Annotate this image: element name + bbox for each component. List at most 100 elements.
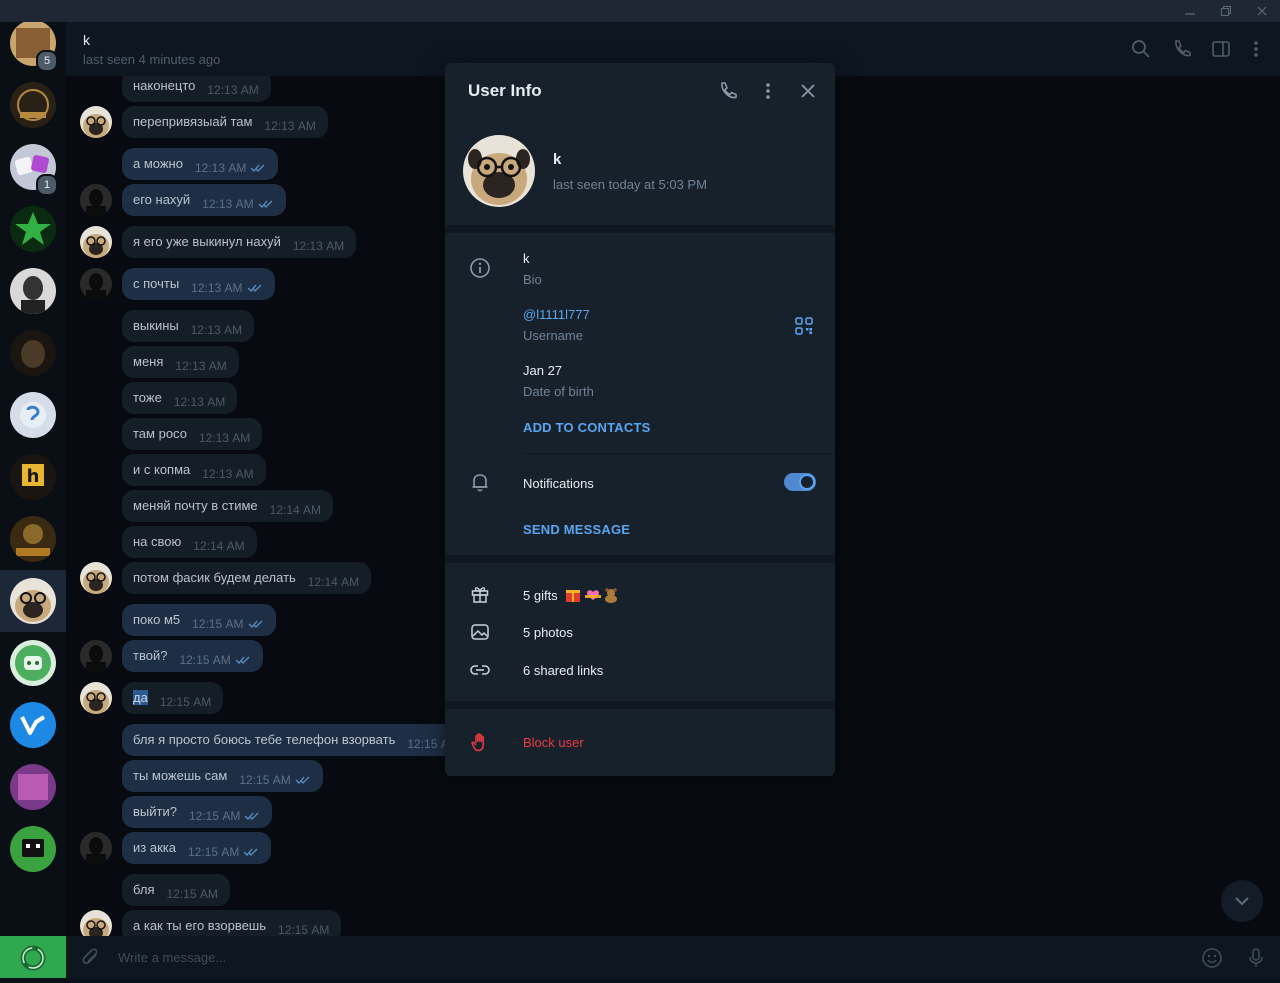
chat-list-item[interactable] bbox=[0, 632, 66, 694]
chat-list-item[interactable] bbox=[0, 198, 66, 260]
microphone-icon[interactable] bbox=[1245, 947, 1267, 969]
close-window-icon[interactable] bbox=[1244, 0, 1280, 22]
message-bubble[interactable]: бля я просто боюсь тебе телефон взорвать… bbox=[122, 724, 491, 756]
block-user-button[interactable]: Block user bbox=[523, 735, 584, 750]
message-bubble[interactable]: наконецто 12:13 AM bbox=[122, 76, 271, 102]
shared-links-row[interactable]: 6 shared links bbox=[523, 663, 603, 678]
username-value[interactable]: @l1111l777 bbox=[523, 307, 590, 322]
message-avatar[interactable] bbox=[80, 268, 112, 300]
chat-list-item[interactable] bbox=[0, 260, 66, 322]
chat-avatar bbox=[10, 330, 56, 376]
bio-value: k bbox=[523, 251, 530, 266]
read-checkmarks-icon bbox=[250, 153, 266, 185]
notifications-toggle[interactable] bbox=[784, 473, 816, 491]
send-message-button[interactable]: SEND MESSAGE bbox=[523, 522, 630, 537]
close-icon[interactable] bbox=[797, 80, 819, 102]
message-bubble[interactable]: меняй почту в стиме 12:14 AM bbox=[122, 490, 334, 522]
message-bubble[interactable]: выкины 12:13 AM bbox=[122, 310, 255, 342]
message-bubble[interactable]: на свою 12:14 AM bbox=[122, 526, 257, 558]
message-avatar[interactable] bbox=[80, 682, 112, 714]
emoji-icon[interactable] bbox=[1201, 947, 1223, 969]
message-avatar[interactable] bbox=[80, 106, 112, 138]
sidebar-toggle-icon[interactable] bbox=[1210, 38, 1232, 60]
chat-avatar bbox=[10, 268, 56, 314]
message-avatar[interactable] bbox=[80, 910, 112, 936]
chat-list-item[interactable] bbox=[0, 818, 66, 880]
message-bubble[interactable]: ты можешь сам 12:15 AM bbox=[122, 760, 323, 792]
section-divider bbox=[445, 701, 835, 709]
chat-avatar bbox=[10, 578, 56, 624]
message-bubble[interactable]: тоже 12:13 AM bbox=[122, 382, 238, 414]
message-text: я его уже выкинул нахуй bbox=[133, 234, 281, 249]
chat-list-item[interactable] bbox=[0, 322, 66, 384]
message-text: твой? bbox=[133, 648, 168, 663]
message-time: 12:15 AM bbox=[188, 809, 241, 823]
photos-row[interactable]: 5 photos bbox=[523, 625, 573, 640]
message-bubble[interactable]: из акка 12:15 AM bbox=[122, 832, 272, 864]
scroll-down-button[interactable] bbox=[1221, 880, 1263, 922]
message-input[interactable]: Write a message... bbox=[118, 950, 226, 965]
chat-list-item[interactable] bbox=[0, 74, 66, 136]
qr-code-icon[interactable] bbox=[793, 315, 815, 337]
chat-list-item[interactable]: 1 bbox=[0, 136, 66, 198]
chat-avatar bbox=[10, 516, 56, 562]
message-bubble[interactable]: с почты 12:13 AM bbox=[122, 268, 275, 300]
more-vertical-icon[interactable] bbox=[1245, 38, 1267, 60]
search-icon[interactable] bbox=[1130, 38, 1152, 60]
message-bubble[interactable]: и с копма 12:13 AM bbox=[122, 454, 266, 486]
message-bubble[interactable]: поко м5 12:15 AM bbox=[122, 604, 276, 636]
chat-list-item[interactable] bbox=[0, 694, 66, 756]
message-text: а как ты его взорвешь bbox=[133, 918, 267, 933]
message-time: 12:13 AM bbox=[202, 197, 254, 211]
message-bubble[interactable]: его нахуй 12:13 AM bbox=[122, 184, 286, 216]
gifts-row[interactable]: 5 gifts bbox=[523, 587, 621, 606]
message-time: 12:15 AM bbox=[187, 845, 240, 859]
chat-list-item[interactable] bbox=[0, 756, 66, 818]
username-label: Username bbox=[523, 328, 583, 343]
chat-list-item[interactable]: 5 bbox=[0, 22, 66, 74]
profile-photo[interactable] bbox=[463, 135, 535, 207]
minimize-icon[interactable] bbox=[1172, 0, 1208, 22]
message-bubble[interactable]: меня 12:13 AM bbox=[122, 346, 239, 378]
read-checkmarks-icon bbox=[244, 801, 260, 833]
phone-icon[interactable] bbox=[717, 80, 739, 102]
toggle-knob bbox=[799, 474, 815, 490]
chat-list-item[interactable] bbox=[0, 508, 66, 570]
restore-icon[interactable] bbox=[1208, 0, 1244, 22]
message-bubble[interactable]: а можно 12:13 AM bbox=[122, 148, 279, 180]
chat-list-item[interactable] bbox=[0, 570, 66, 632]
message-bubble[interactable]: я его уже выкинул нахуй 12:13 AM bbox=[122, 226, 357, 258]
sync-status-button[interactable] bbox=[0, 936, 66, 978]
message-text: меняй почту в стиме bbox=[133, 498, 258, 513]
message-bubble[interactable]: выйти? 12:15 AM bbox=[122, 796, 273, 828]
chat-list-item[interactable]: h bbox=[0, 446, 66, 508]
attach-icon[interactable] bbox=[80, 947, 102, 969]
message-avatar[interactable] bbox=[80, 184, 112, 216]
message-bubble[interactable]: бля 12:15 AM bbox=[122, 874, 230, 906]
gift-previews bbox=[565, 587, 621, 606]
message-bubble[interactable]: да 12:15 AM bbox=[122, 682, 224, 714]
add-to-contacts-button[interactable]: ADD TO CONTACTS bbox=[523, 420, 650, 435]
message-time: 12:14 AM bbox=[193, 539, 245, 553]
message-text: и с копма bbox=[133, 462, 191, 477]
chat-list-item[interactable] bbox=[0, 384, 66, 446]
message-avatar[interactable] bbox=[80, 640, 112, 672]
message-text: перепривязыай там bbox=[133, 114, 253, 129]
message-bubble[interactable]: а как ты его взорвешь 12:15 AM bbox=[122, 910, 342, 936]
message-bubble[interactable]: твой? 12:15 AM bbox=[122, 640, 263, 672]
phone-icon[interactable] bbox=[1171, 38, 1193, 60]
message-bubble[interactable]: перепривязыай там 12:13 AM bbox=[122, 106, 328, 138]
message-time: 12:13 AM bbox=[175, 359, 227, 373]
message-avatar[interactable] bbox=[80, 226, 112, 258]
read-checkmarks-icon bbox=[243, 837, 259, 869]
message-text: ты можешь сам bbox=[133, 768, 228, 783]
message-bubble[interactable]: там росо 12:13 AM bbox=[122, 418, 263, 450]
unread-badge: 1 bbox=[36, 174, 58, 196]
more-vertical-icon[interactable] bbox=[757, 80, 779, 102]
notifications-label: Notifications bbox=[523, 476, 594, 491]
message-avatar[interactable] bbox=[80, 562, 112, 594]
message-avatar[interactable] bbox=[80, 832, 112, 864]
message-bubble[interactable]: потом фасик будем делать 12:14 AM bbox=[122, 562, 372, 594]
peer-name[interactable]: k bbox=[83, 32, 90, 48]
block-hand-icon bbox=[469, 731, 491, 753]
